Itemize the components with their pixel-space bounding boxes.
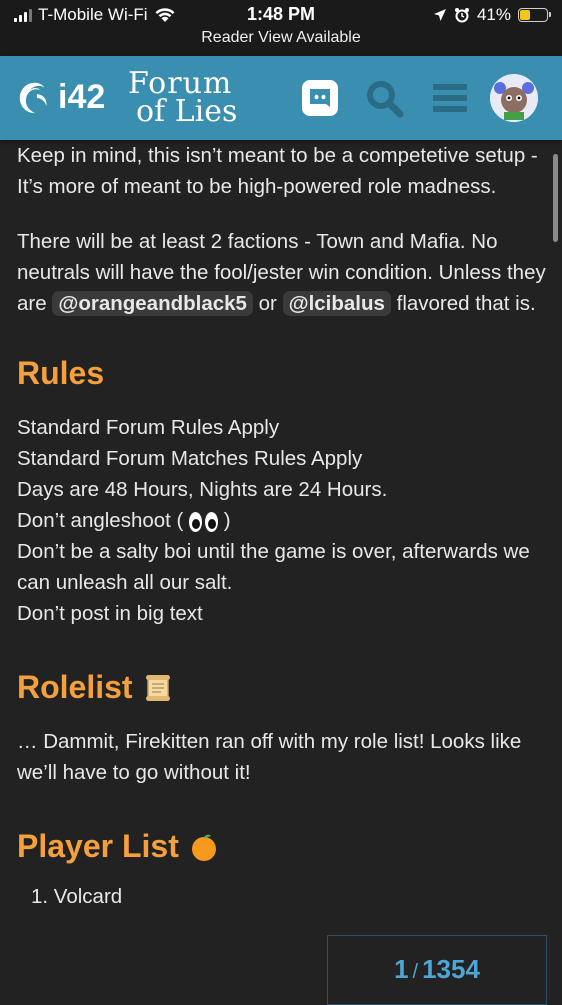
rules-heading-text: Rules bbox=[17, 355, 105, 391]
i42-text: i42 bbox=[58, 78, 106, 116]
hamburger-icon bbox=[433, 84, 467, 112]
rule-item: Standard Forum Matches Rules Apply bbox=[17, 447, 363, 470]
rule-item: Don’t post in big text bbox=[17, 602, 203, 625]
reader-view-banner[interactable]: Reader View Available bbox=[0, 29, 562, 47]
player-list-item: 1. Volcard bbox=[31, 885, 123, 908]
search-icon bbox=[367, 81, 404, 118]
mention-lcibalus[interactable]: @lcibalus bbox=[282, 291, 391, 316]
rule-item: Standard Forum Rules Apply bbox=[17, 416, 280, 439]
status-bar: T-Mobile Wi-Fi 1:48 PM 41% Reader View A… bbox=[0, 0, 562, 56]
avatar-icon bbox=[490, 74, 538, 122]
rolelist-paragraph: … Dammit, Firekitten ran off with my rol… bbox=[17, 730, 522, 784]
logo-line-2: of Lies bbox=[136, 94, 238, 129]
swirl-logo-icon bbox=[19, 82, 47, 113]
hamburger-menu-button[interactable] bbox=[428, 76, 472, 120]
battery-percent: 41% bbox=[476, 5, 511, 24]
playerlist-heading-text: Player List bbox=[17, 828, 179, 864]
eyes-emoji-icon bbox=[189, 511, 219, 532]
scrollbar[interactable] bbox=[553, 154, 558, 242]
factions-paragraph: There will be at least 2 factions - Town… bbox=[17, 226, 547, 319]
progress-separator: / bbox=[412, 961, 419, 983]
discord-icon bbox=[310, 89, 330, 107]
post-content: Keep in mind, this isn’t meant to be a c… bbox=[17, 140, 547, 912]
search-button[interactable] bbox=[362, 76, 406, 120]
playerlist-heading: Player List bbox=[17, 828, 547, 865]
flavored-text: flavored that is. bbox=[396, 292, 536, 315]
rule-item: Days are 48 Hours, Nights are 24 Hours. bbox=[17, 478, 388, 501]
site-header: i42 Forum of Lies bbox=[0, 56, 562, 140]
alarm-icon bbox=[454, 8, 469, 23]
rule-item: Don’t be a salty boi until the game is o… bbox=[17, 540, 530, 594]
progress-current: 1 bbox=[394, 954, 409, 984]
discord-button[interactable] bbox=[302, 80, 338, 116]
forum-of-lies-logo[interactable]: Forum of Lies bbox=[128, 69, 238, 129]
rules-heading: Rules bbox=[17, 355, 547, 392]
location-arrow-icon bbox=[433, 9, 446, 21]
user-avatar[interactable] bbox=[490, 74, 538, 122]
i42-logo[interactable]: i42 bbox=[16, 78, 105, 117]
orange-emoji-icon bbox=[191, 834, 216, 861]
post-progress-indicator[interactable]: 1/1354 bbox=[327, 935, 547, 1005]
progress-total: 1354 bbox=[422, 954, 480, 984]
rolelist-heading: Rolelist bbox=[17, 669, 547, 706]
intro-paragraph: Keep in mind, this isn’t meant to be a c… bbox=[17, 144, 538, 198]
status-right: 41% bbox=[433, 5, 551, 25]
rule-angleshoot-close: ) bbox=[223, 509, 231, 532]
rolelist-heading-text: Rolelist bbox=[17, 669, 133, 705]
rules-list: Standard Forum Rules Apply Standard Foru… bbox=[17, 412, 547, 629]
mention-orangeandblack5[interactable]: @orangeandblack5 bbox=[52, 291, 253, 316]
battery-icon bbox=[518, 8, 551, 22]
rule-angleshoot-text: Don’t angleshoot ( bbox=[17, 509, 184, 532]
rule-item: Don’t angleshoot ( ) bbox=[17, 505, 547, 536]
or-text: or bbox=[258, 292, 277, 315]
scroll-emoji-icon bbox=[145, 674, 170, 701]
